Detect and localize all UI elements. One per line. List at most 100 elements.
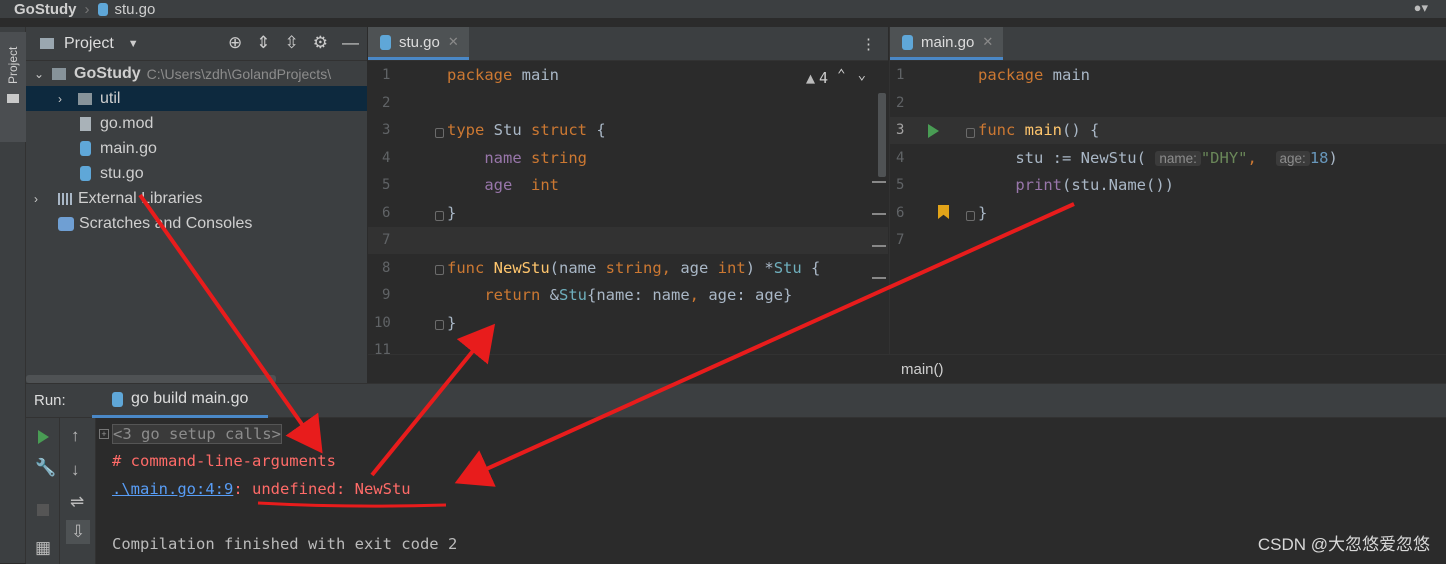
code-line: func NewStu(name string, age int) *Stu { (447, 259, 821, 277)
run-label: Run: (34, 392, 66, 409)
arrow-up-icon[interactable]: ↑ (71, 426, 80, 446)
tab-main-go[interactable]: main.go ✕ (890, 27, 1004, 60)
watermark-text: CSDN @大忽悠爱忽悠 (1257, 535, 1430, 554)
line-number: 4 (896, 150, 905, 166)
fold-marker[interactable] (435, 320, 444, 330)
console-line: Compilation finished with exit code 2 (112, 535, 458, 553)
scroll-marker (872, 181, 886, 183)
stop-icon[interactable] (37, 504, 49, 516)
tree-item-label: main.go (100, 139, 157, 157)
folder-icon (52, 67, 66, 80)
fold-marker[interactable] (435, 128, 444, 138)
breadcrumb-project[interactable]: GoStudy (14, 1, 77, 18)
project-view-selector[interactable]: Project (64, 35, 114, 53)
tree-item-main-go[interactable]: main.go (26, 136, 367, 161)
warning-icon: ▲ (805, 69, 815, 87)
breadcrumb-function[interactable]: main() (901, 361, 944, 378)
tree-item-external-libraries[interactable]: › External Libraries (26, 186, 367, 211)
locate-icon[interactable]: ⊕ (228, 33, 242, 53)
tree-item-scratches[interactable]: Scratches and Consoles (26, 211, 367, 236)
vertical-scrollbar[interactable] (878, 93, 886, 177)
breadcrumb-file[interactable]: stu.go (115, 1, 156, 18)
code-line: } (447, 204, 457, 222)
param-hint-name: name: (1155, 151, 1201, 166)
editor-breadcrumb: main() (368, 354, 1446, 383)
code-line: print(stu.Name()) (1015, 176, 1174, 194)
scroll-to-end-icon[interactable]: ⇩ (66, 520, 91, 544)
fold-marker[interactable] (435, 265, 444, 275)
project-panel: Project ▼ ⊕ ⇕ ⇳ ⚙ — ⌄ GoStudy C:\Users\z… (26, 27, 368, 383)
collapse-all-icon[interactable]: ⇳ (285, 33, 299, 53)
navigation-breadcrumb: GoStudy › stu.go ●▾ (0, 0, 1446, 18)
tree-item-label: GoStudy (74, 64, 141, 82)
scroll-marker (872, 277, 886, 279)
project-toolbar: ⊕ ⇕ ⇳ ⚙ — (228, 33, 359, 53)
run-panel-header: Run: go build main.go (26, 384, 1446, 418)
chevron-down-icon[interactable]: ▼ (128, 38, 139, 50)
line-number: 2 (382, 95, 391, 111)
fold-marker[interactable] (966, 211, 975, 221)
error-location-link[interactable]: .\main.go:4:9 (112, 480, 233, 498)
user-icon[interactable]: ●▾ (1414, 0, 1428, 16)
tree-item-stu-go[interactable]: stu.go (26, 161, 367, 186)
arrow-down-icon[interactable]: ↓ (71, 460, 80, 480)
tab-run-configuration[interactable]: go build main.go (92, 384, 269, 418)
tree-item-go-mod[interactable]: go.mod (26, 111, 367, 136)
run-panel: Run: go build main.go 🔧 ▦ ↑ ↓ ⇌ ⇩ + <3 g… (26, 383, 1446, 564)
project-tool-tab[interactable]: Project (0, 32, 26, 142)
expand-icon[interactable]: + (99, 429, 109, 439)
go-file-icon (380, 34, 391, 50)
code-line: return &Stu{name: name, age: age} (484, 286, 793, 304)
code-area[interactable]: 1 2 3 4 5 6 7 package main func main() {… (890, 61, 1446, 383)
code-line: func main() { (978, 121, 1100, 139)
line-number: 7 (896, 232, 905, 248)
expand-all-icon[interactable]: ⇕ (256, 33, 270, 53)
line-number: 5 (382, 177, 391, 193)
soft-wrap-icon[interactable]: ⇌ (70, 492, 84, 512)
code-area[interactable]: ▲ 4 ⌃⌄ 1 2 3 4 5 6 7 8 9 10 11 package ma… (368, 61, 888, 383)
run-gutter-icon[interactable] (928, 124, 939, 138)
chevron-down-icon[interactable]: ⌄ (34, 67, 48, 81)
inspection-nav[interactable]: ⌃⌄ (837, 67, 878, 83)
chevron-right-icon[interactable]: › (34, 192, 48, 206)
run-toolbar-secondary: ↑ ↓ ⇌ ⇩ (60, 418, 96, 564)
line-number: 4 (382, 150, 391, 166)
close-icon[interactable]: ✕ (448, 34, 459, 50)
fold-marker[interactable] (966, 128, 975, 138)
run-tab-label: go build main.go (131, 390, 249, 407)
inspection-widget[interactable]: ▲ 4 (806, 69, 828, 87)
folder-icon (40, 38, 54, 49)
warning-count: 4 (818, 69, 828, 87)
layout-icon[interactable]: ▦ (35, 538, 51, 558)
run-toolbar-primary: 🔧 ▦ (26, 418, 60, 564)
folder-icon (7, 94, 19, 103)
tree-item-util[interactable]: › util (26, 86, 367, 111)
library-icon (58, 192, 74, 205)
console-line: <3 go setup calls> (112, 424, 282, 444)
bookmark-icon[interactable] (938, 205, 949, 219)
code-line: package main (447, 66, 559, 84)
code-line: age int (484, 176, 559, 194)
horizontal-scrollbar[interactable] (26, 375, 276, 383)
tab-stu-go[interactable]: stu.go ✕ (368, 27, 469, 60)
go-file-icon (902, 34, 913, 50)
close-icon[interactable]: ✕ (982, 34, 993, 50)
code-line: package main (978, 66, 1090, 84)
tree-item-label: External Libraries (78, 189, 203, 207)
more-icon[interactable]: ⋮ (861, 35, 876, 53)
gear-icon[interactable]: ⚙ (313, 33, 328, 53)
go-file-icon (112, 391, 123, 407)
chevron-right-icon: › (84, 0, 90, 18)
wrench-icon[interactable]: 🔧 (35, 458, 56, 478)
console-line: .\main.go:4:9: undefined: NewStu (112, 480, 411, 498)
fold-marker[interactable] (435, 211, 444, 221)
line-number: 9 (382, 287, 391, 303)
minimize-icon[interactable]: — (342, 33, 359, 53)
tab-label: stu.go (399, 33, 440, 51)
tree-item-gostudy[interactable]: ⌄ GoStudy C:\Users\zdh\GolandProjects\ (26, 61, 367, 86)
line-number: 6 (896, 205, 905, 221)
chevron-right-icon[interactable]: › (58, 92, 72, 106)
rerun-icon[interactable] (38, 430, 49, 444)
collapsed-calls[interactable]: <3 go setup calls> (112, 424, 282, 444)
line-number: 6 (382, 205, 391, 221)
